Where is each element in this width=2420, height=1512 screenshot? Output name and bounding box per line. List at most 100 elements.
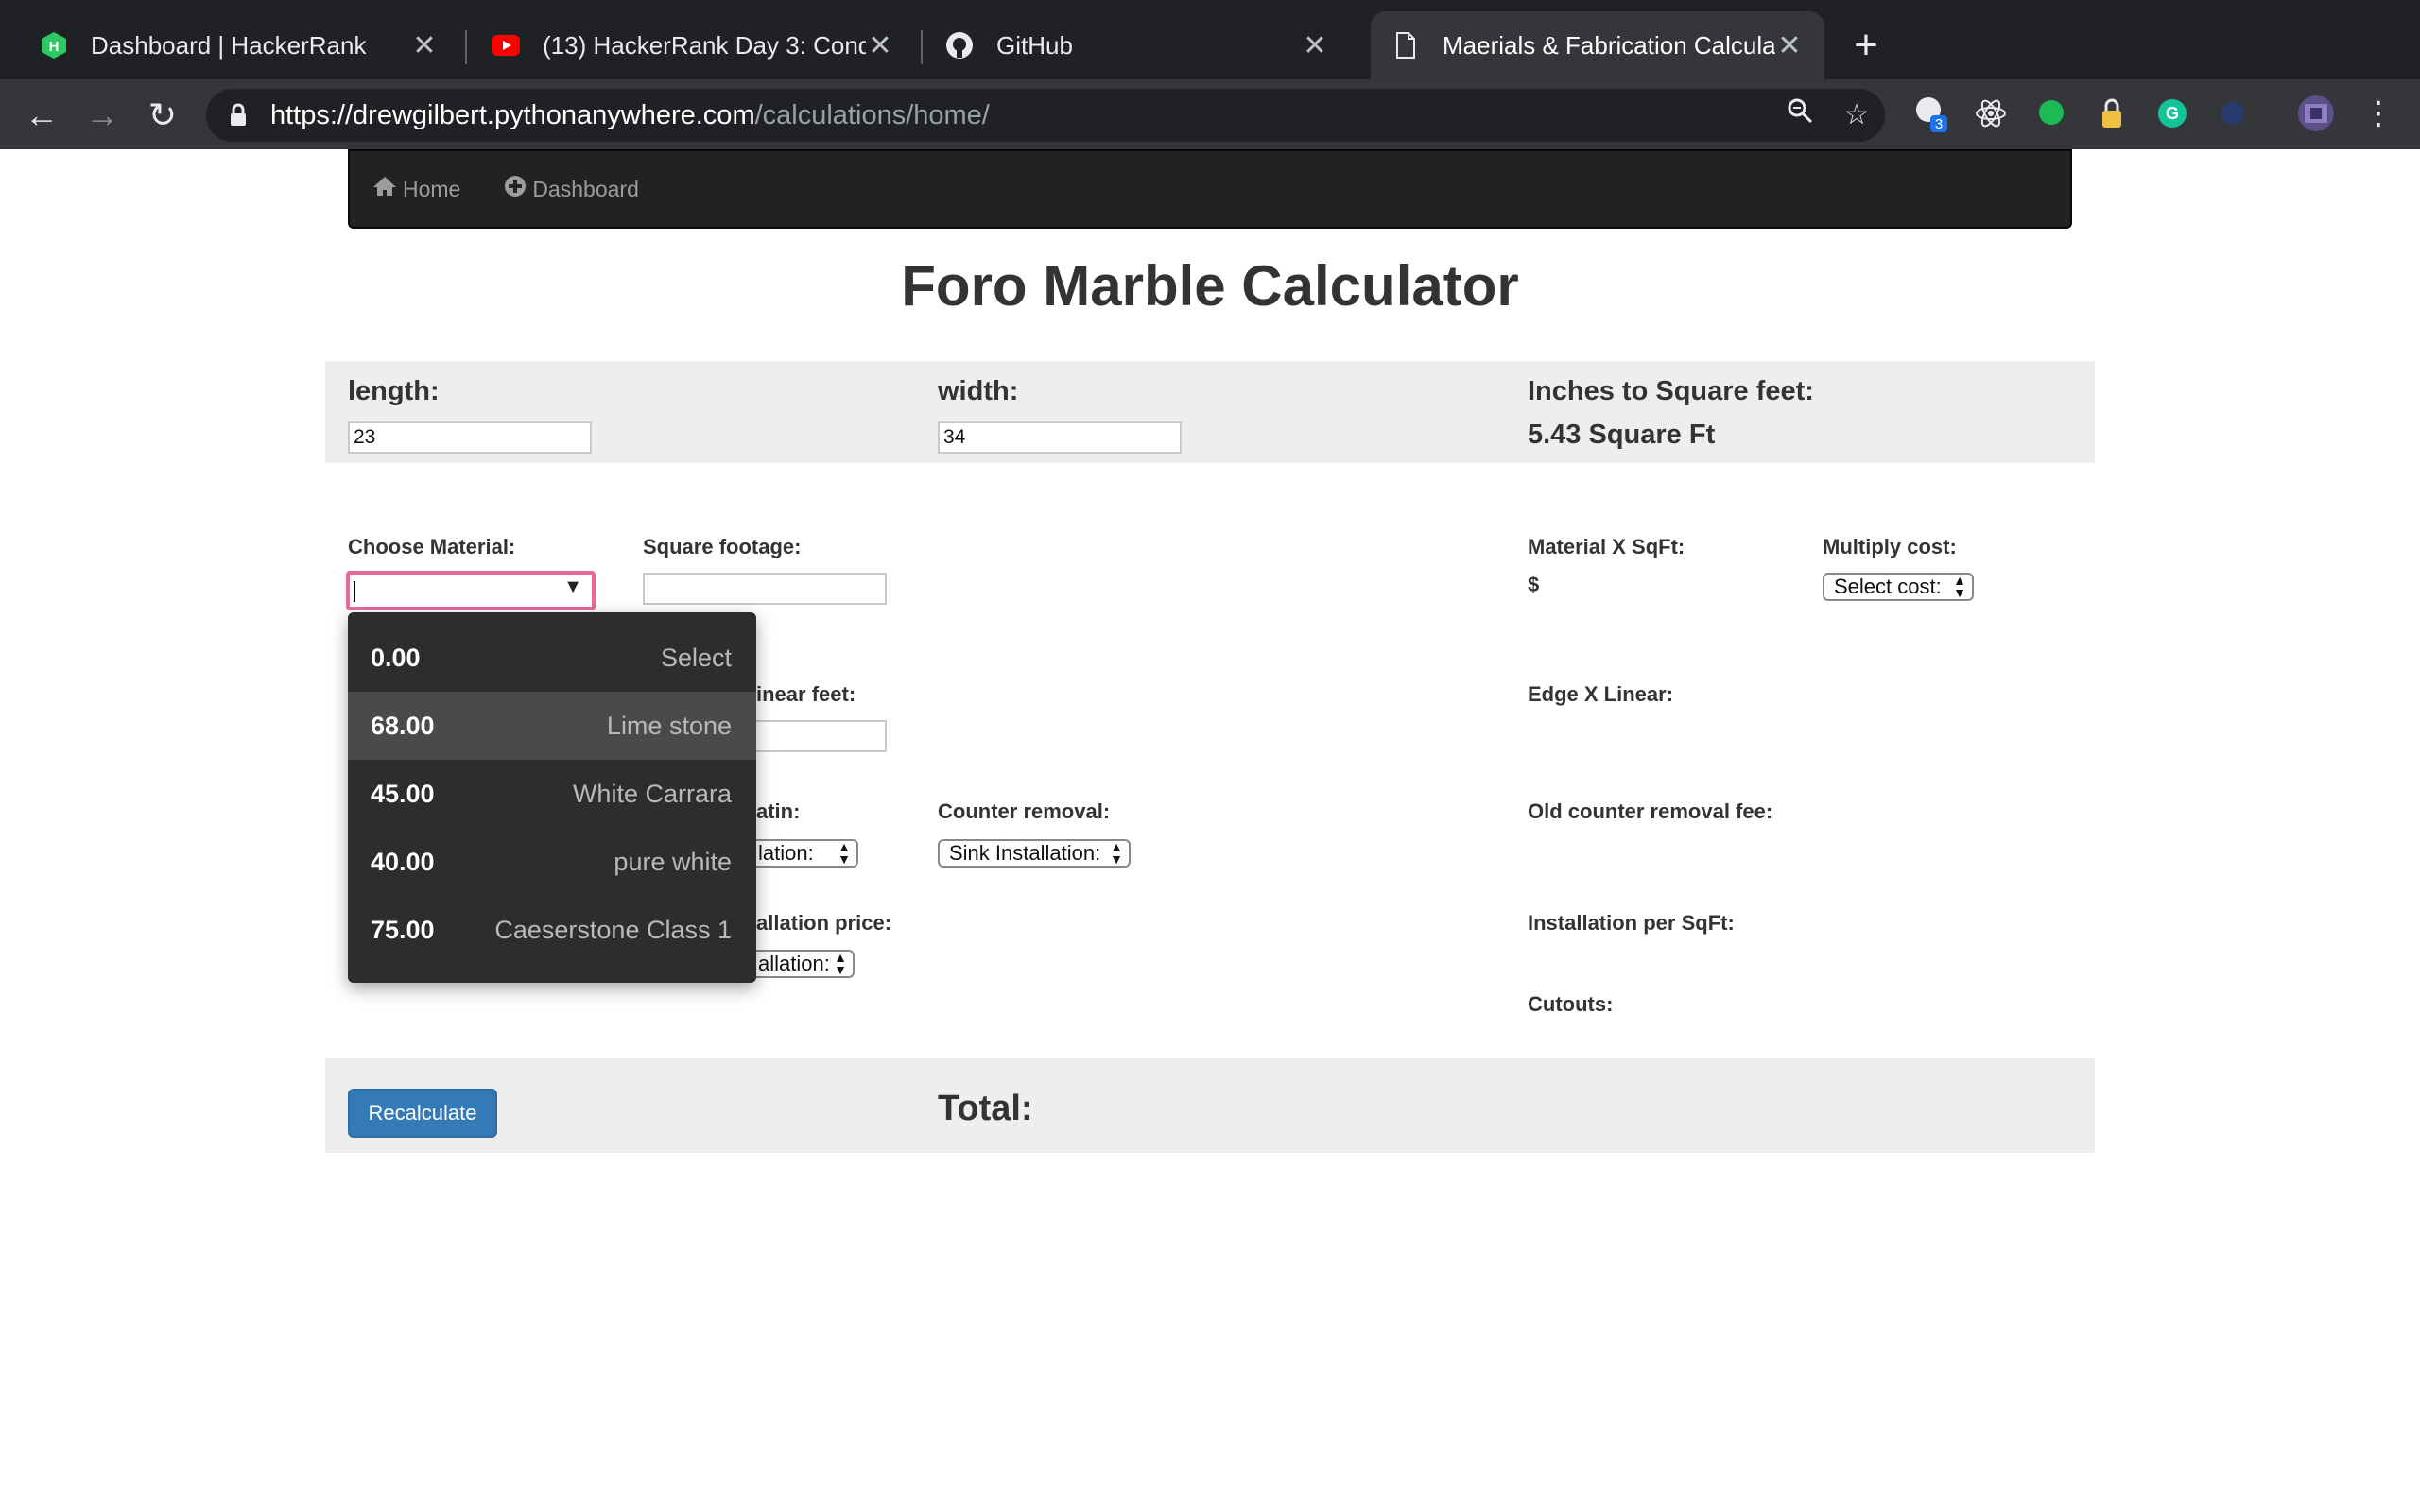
option-name: White Carrara <box>572 779 732 808</box>
chrome-menu-icon[interactable]: ⋮ <box>2360 94 2397 132</box>
tab-github[interactable]: GitHub ✕ <box>925 11 1350 79</box>
tab-hackerrank-dashboard[interactable]: H Dashboard | HackerRank ✕ <box>19 11 459 79</box>
page-icon <box>1392 31 1420 60</box>
lock-extension-icon[interactable] <box>2093 94 2131 132</box>
partial-select-1-value: lation: <box>758 841 814 865</box>
partial-select-2-value: allation: <box>758 952 830 975</box>
partial-label-2: allation price: <box>756 911 892 935</box>
extension-badge-icon[interactable]: 3 <box>1911 94 1949 132</box>
material-dropdown-list: 0.00 Select 68.00 Lime stone 45.00 White… <box>348 612 756 983</box>
multiply-cost-label: Multiply cost: <box>1823 535 1957 558</box>
select-arrows-icon: ▲ ▼ <box>1110 839 1123 867</box>
material-option-highlighted[interactable]: 68.00 Lime stone <box>348 692 756 760</box>
option-name: Caeserstone Class 1 <box>494 915 732 944</box>
tab-youtube-video[interactable]: (13) HackerRank Day 3: Condit ✕ <box>471 11 915 79</box>
square-footage-input[interactable] <box>643 573 887 605</box>
option-name: Select <box>660 643 732 672</box>
green-bubble-extension-icon[interactable] <box>2032 94 2070 132</box>
youtube-icon <box>492 31 520 60</box>
close-tab-icon[interactable]: ✕ <box>410 29 439 62</box>
grammarly-icon[interactable]: G <box>2153 94 2191 132</box>
tab-calculator-active[interactable]: Maerials & Fabrication Calculat ✕ <box>1371 11 1824 79</box>
tab-divider <box>921 30 923 64</box>
square-feet-value: 5.43 Square Ft <box>1528 420 1716 450</box>
material-option[interactable]: 45.00 White Carrara <box>348 760 756 828</box>
option-value: 75.00 <box>371 915 435 944</box>
nav-home-link[interactable]: Home <box>372 175 460 204</box>
plus-circle-icon <box>504 175 527 204</box>
hackerrank-icon: H <box>40 31 68 60</box>
counter-removal-label: Counter removal: <box>938 799 1111 823</box>
recalculate-button[interactable]: Recalculate <box>348 1089 497 1138</box>
material-option[interactable]: 0.00 Select <box>348 624 756 692</box>
github-icon <box>945 31 974 60</box>
length-label: length: <box>348 376 440 406</box>
linear-feet-label: inear feet: <box>756 682 856 706</box>
choose-material-label: Choose Material: <box>348 535 516 558</box>
old-counter-removal-label: Old counter removal fee: <box>1528 799 1773 823</box>
bookmark-star-icon[interactable]: ☆ <box>1838 96 1876 134</box>
close-tab-icon[interactable]: ✕ <box>866 29 894 62</box>
react-devtools-icon[interactable] <box>1972 94 2010 132</box>
material-option[interactable]: 40.00 pure white <box>348 828 756 896</box>
nav-dashboard-label: Dashboard <box>532 176 639 201</box>
option-value: 45.00 <box>371 779 435 808</box>
tab-title: Maerials & Fabrication Calculat <box>1443 30 1775 60</box>
square-footage-label: Square footage: <box>643 535 802 558</box>
nav-home-label: Home <box>403 176 461 201</box>
material-select[interactable]: ▼ <box>346 571 596 610</box>
option-value: 40.00 <box>371 847 435 876</box>
page-title: Foro Marble Calculator <box>901 254 1519 318</box>
svg-text:G: G <box>2166 104 2179 123</box>
total-well <box>325 1058 2095 1153</box>
home-icon <box>372 175 397 204</box>
sink-installation-select[interactable]: Sink Installation: ▲ ▼ <box>938 839 1131 868</box>
length-input[interactable] <box>348 421 592 454</box>
text-cursor <box>354 581 355 602</box>
new-tab-button[interactable]: + <box>1847 25 1885 66</box>
option-value: 0.00 <box>371 643 421 672</box>
forward-button[interactable]: → <box>81 94 123 136</box>
material-x-sqft-value: $ <box>1528 573 1540 596</box>
dark-extension-icon[interactable] <box>2214 94 2252 132</box>
option-name: Lime stone <box>606 711 732 740</box>
conversion-label: Inches to Square feet: <box>1528 376 1814 406</box>
width-input[interactable] <box>938 421 1182 454</box>
url-path: /calculations/home/ <box>754 99 990 130</box>
dropdown-arrow-icon: ▼ <box>563 576 582 597</box>
edge-x-linear-label: Edge X Linear: <box>1528 682 1674 706</box>
width-label: width: <box>938 376 1019 406</box>
extension-badge-count: 3 <box>1935 116 1943 132</box>
select-arrows-icon: ▲ ▼ <box>1953 573 1966 600</box>
installation-per-sqft-label: Installation per SqFt: <box>1528 911 1735 935</box>
address-bar[interactable]: https://drewgilbert.pythonanywhere.com/c… <box>206 89 1885 142</box>
url-host: https://drewgilbert.pythonanywhere.com <box>270 99 755 130</box>
sink-installation-value: Sink Installation: <box>949 841 1101 865</box>
select-arrows-icon: ▲ ▼ <box>838 839 851 867</box>
profile-avatar[interactable] <box>2297 94 2335 132</box>
reload-button[interactable]: ↻ <box>142 94 183 136</box>
total-label: Total: <box>938 1089 1033 1128</box>
tab-divider <box>465 30 467 64</box>
option-name: pure white <box>614 847 732 876</box>
zoom-icon[interactable] <box>1781 96 1819 134</box>
tab-title: (13) HackerRank Day 3: Condit <box>543 30 866 60</box>
tab-title: GitHub <box>996 30 1073 60</box>
close-tab-icon[interactable]: ✕ <box>1301 29 1329 62</box>
linear-feet-input[interactable] <box>737 720 887 752</box>
partial-label-1: atin: <box>756 799 801 823</box>
lock-icon <box>231 103 246 126</box>
cutouts-label: Cutouts: <box>1528 992 1614 1016</box>
material-x-sqft-label: Material X SqFt: <box>1528 535 1685 558</box>
multiply-cost-select[interactable]: Select cost: ▲ ▼ <box>1823 573 1974 601</box>
select-arrows-icon: ▲ ▼ <box>834 950 847 977</box>
site-navbar: Home Dashboard <box>348 149 2072 229</box>
svg-text:H: H <box>49 39 60 55</box>
close-tab-icon[interactable]: ✕ <box>1775 29 1804 62</box>
nav-dashboard-link[interactable]: Dashboard <box>504 175 639 204</box>
tab-title: Dashboard | HackerRank <box>91 30 367 60</box>
back-button[interactable]: ← <box>21 94 62 136</box>
browser-tab-strip: H Dashboard | HackerRank ✕ (13) HackerRa… <box>0 0 2420 79</box>
material-option[interactable]: 75.00 Caeserstone Class 1 <box>348 896 756 964</box>
multiply-cost-value: Select cost: <box>1834 575 1942 598</box>
